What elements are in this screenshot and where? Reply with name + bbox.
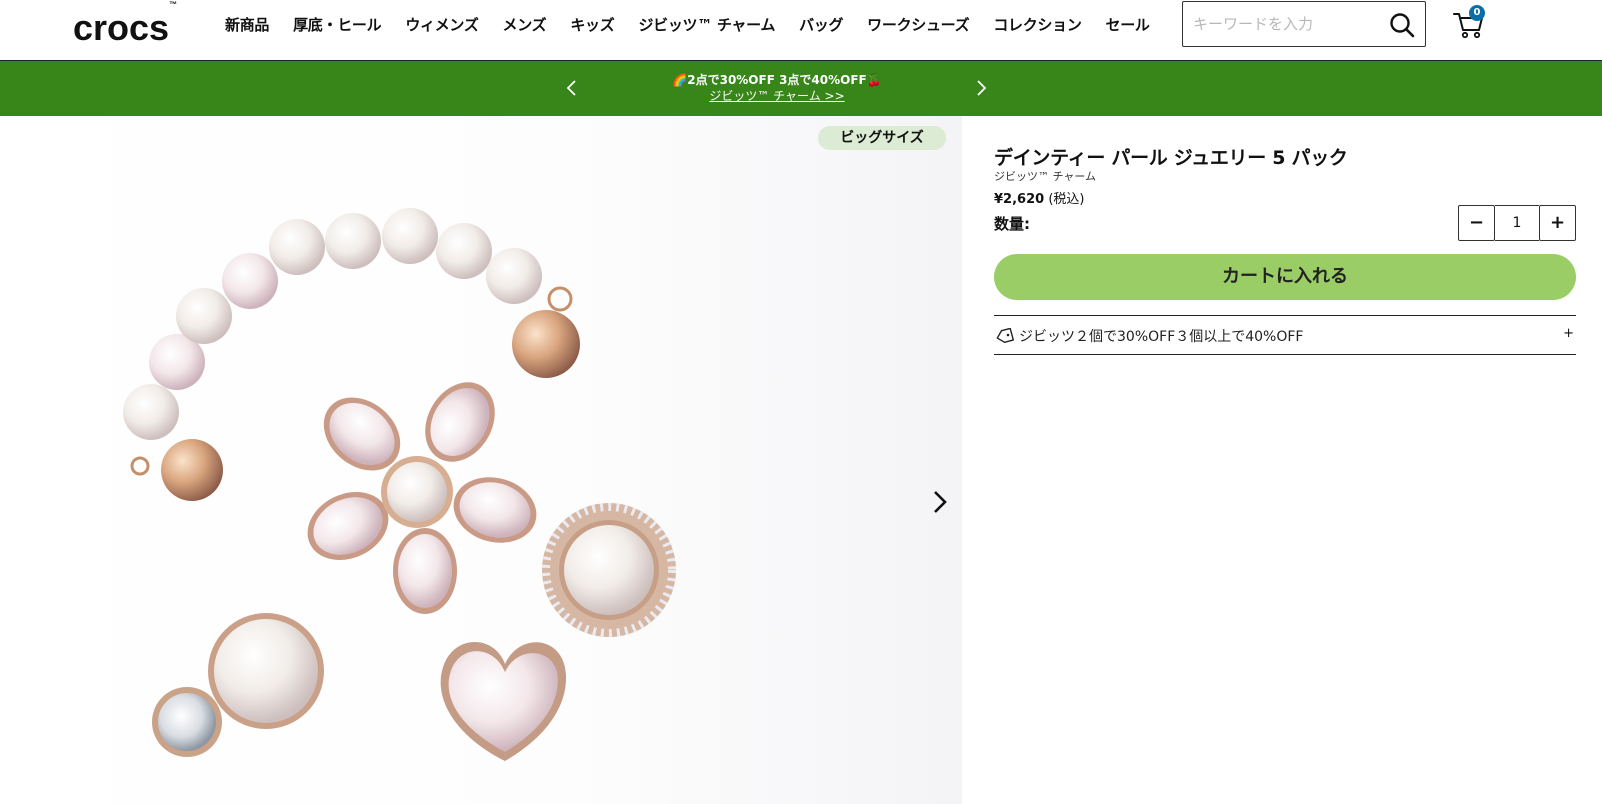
pearl-heart-charm xyxy=(440,641,567,761)
promo-headline: 🌈2点で30%OFF 3点で40%OFF🍒 xyxy=(672,73,882,87)
quantity-stepper: − 1 + xyxy=(1458,205,1576,241)
nav-item-collection[interactable]: コレクション xyxy=(993,14,1082,35)
price-value: ¥2,620 xyxy=(994,192,1045,207)
promotion-accordion[interactable]: ジビッツ２個で30%OFF３個以上で40%OFF + xyxy=(994,315,1576,355)
nav-item-jibbitz[interactable]: ジビッツ™ チャーム xyxy=(638,14,775,35)
nav-item-kids[interactable]: キッズ xyxy=(570,14,614,35)
product-image-gallery: ビッグサイズ xyxy=(0,116,962,804)
product-title: デインティー パール ジュエリー 5 パック xyxy=(994,147,1348,169)
main-nav: 新商品 厚底・ヒール ウィメンズ メンズ キッズ ジビッツ™ チャーム バッグ … xyxy=(225,0,1174,48)
quantity-value[interactable]: 1 xyxy=(1495,205,1539,241)
product-category: ジビッツ™ チャーム xyxy=(994,170,1097,183)
nav-item-work-shoes[interactable]: ワークシューズ xyxy=(867,14,969,35)
product-image xyxy=(123,208,676,761)
product-price: ¥2,620 (税込) xyxy=(994,188,1084,207)
search-input[interactable] xyxy=(1193,2,1383,46)
pearl-flower-charm xyxy=(307,382,537,614)
search-box xyxy=(1182,1,1426,47)
search-icon[interactable] xyxy=(1389,12,1415,38)
nav-item-sale[interactable]: セール xyxy=(1106,14,1150,35)
quantity-decrease-button[interactable]: − xyxy=(1458,205,1495,241)
quantity-increase-button[interactable]: + xyxy=(1539,205,1576,241)
nav-item-women[interactable]: ウィメンズ xyxy=(405,14,479,35)
nav-item-bags[interactable]: バッグ xyxy=(799,14,843,35)
crocs-logo[interactable]: crocs™ xyxy=(73,0,177,46)
promotion-text: ジビッツ２個で30%OFF３個以上で40%OFF xyxy=(1019,329,1304,345)
promo-link[interactable]: ジビッツ™ チャーム >> xyxy=(0,87,1554,104)
pearl-crystal-charm xyxy=(152,613,324,757)
site-header: crocs™ 新商品 厚底・ヒール ウィメンズ メンズ キッズ ジビッツ™ チャ… xyxy=(0,0,1602,61)
add-to-cart-button[interactable]: カートに入れる xyxy=(994,254,1576,300)
quantity-label: 数量: xyxy=(994,215,1030,233)
expand-icon[interactable]: + xyxy=(1563,326,1574,341)
pearl-button-charm xyxy=(542,503,676,637)
promo-banner: 🌈2点で30%OFF 3点で40%OFF🍒 ジビッツ™ チャーム >> xyxy=(0,61,1602,116)
price-tax-note: (税込) xyxy=(1048,192,1085,207)
nav-item-new[interactable]: 新商品 xyxy=(225,14,269,35)
nav-item-men[interactable]: メンズ xyxy=(503,14,547,35)
nav-item-platform[interactable]: 厚底・ヒール xyxy=(293,14,382,35)
size-badge: ビッグサイズ xyxy=(818,126,946,150)
chevron-right-icon[interactable] xyxy=(969,76,993,100)
chevron-right-icon[interactable] xyxy=(930,488,950,516)
cart-count-badge: 0 xyxy=(1469,5,1485,21)
tag-icon xyxy=(996,328,1014,344)
